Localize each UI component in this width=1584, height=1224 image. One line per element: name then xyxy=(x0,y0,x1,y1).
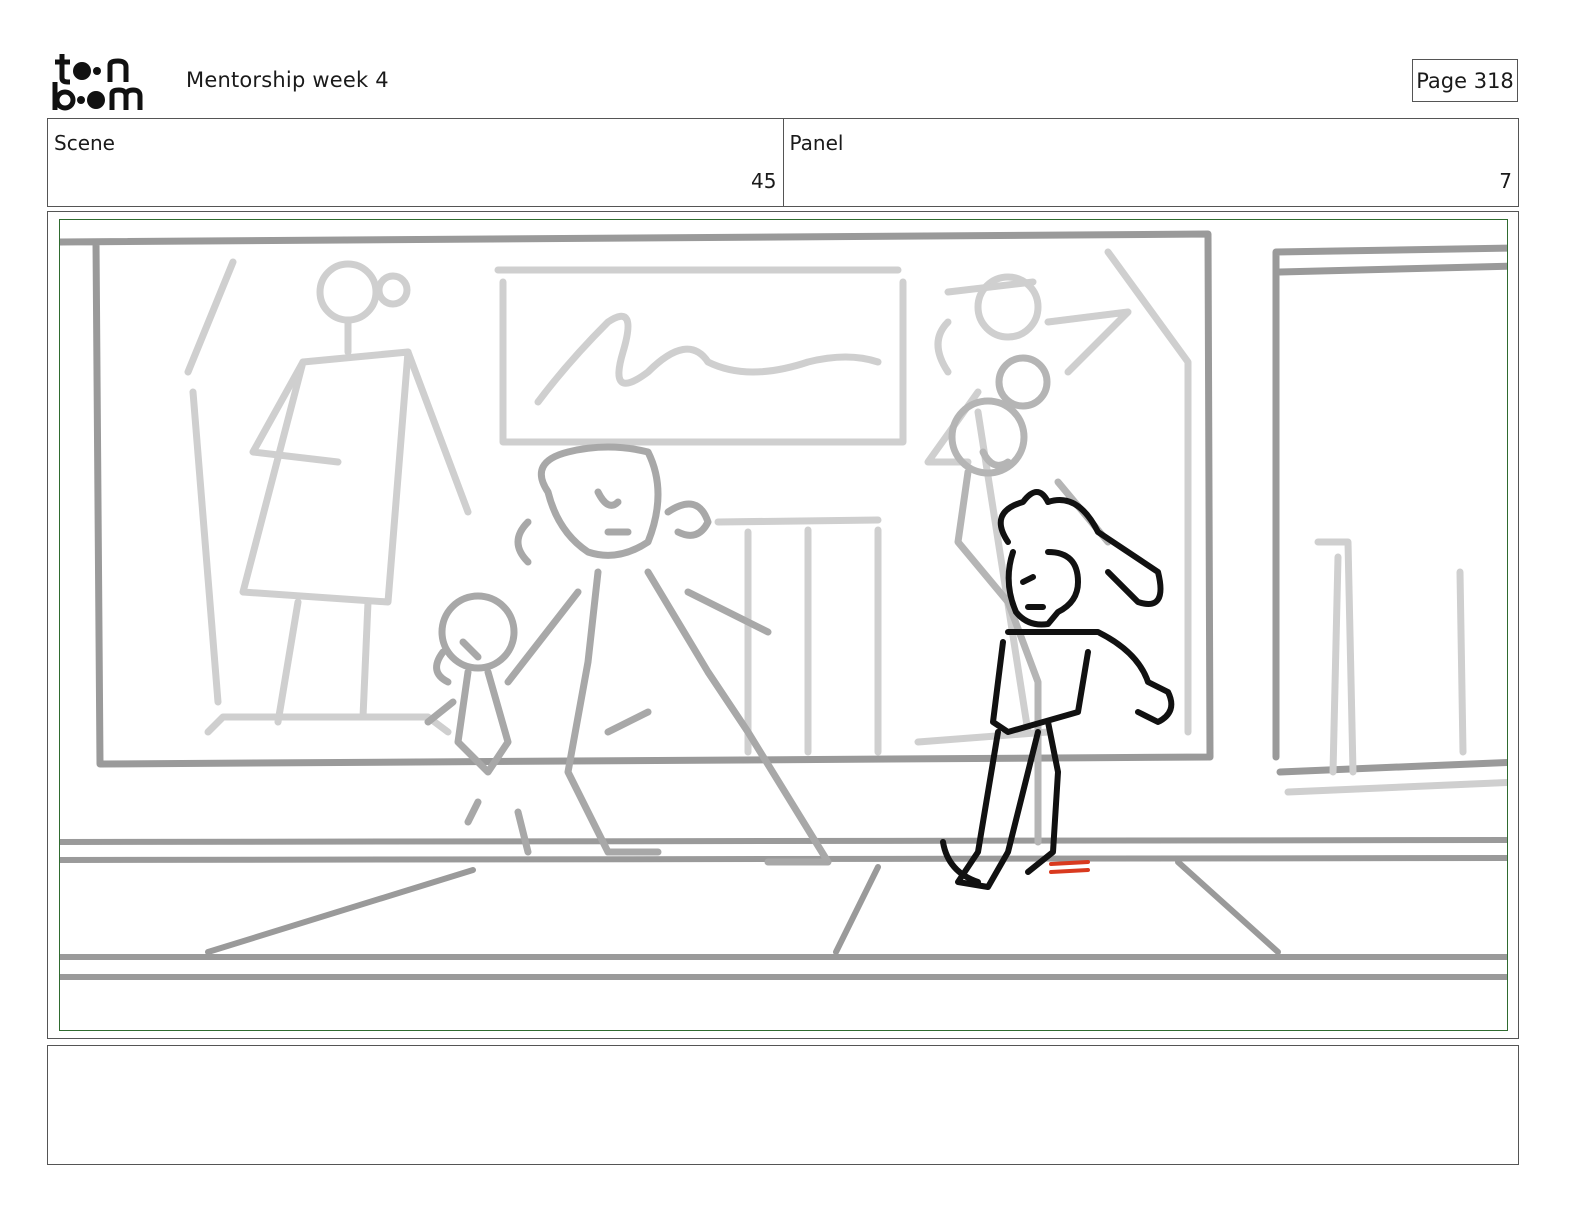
page-number: Page 318 xyxy=(1412,59,1518,102)
scene-panel-info: Scene 45 Panel 7 xyxy=(47,118,1519,207)
shop-window xyxy=(60,230,1507,776)
panel-notes xyxy=(47,1045,1519,1165)
scene-label: Scene xyxy=(54,131,115,155)
gray-characters xyxy=(424,443,832,866)
panel-label: Panel xyxy=(789,131,844,155)
toon-boom-logo xyxy=(52,54,143,111)
sketch-artwork xyxy=(60,230,1507,980)
scene-cell: Scene 45 xyxy=(48,119,783,206)
project-title: Mentorship week 4 xyxy=(186,68,389,92)
motion-marks xyxy=(1049,860,1090,874)
background-sketch xyxy=(184,248,1507,796)
scene-number: 45 xyxy=(751,169,777,193)
panel-cell: Panel 7 xyxy=(782,119,1519,206)
panel-number: 7 xyxy=(1499,169,1512,193)
main-character xyxy=(940,489,1175,890)
storyboard-drawing xyxy=(59,219,1508,1031)
